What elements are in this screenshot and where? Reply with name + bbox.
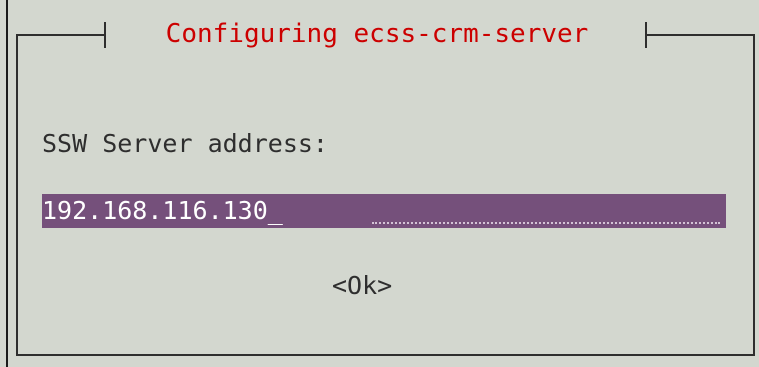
configuration-dialog: Configuring ecss-crm-server SSW Server a… bbox=[0, 0, 759, 367]
text-cursor: _ bbox=[267, 196, 283, 225]
input-fill-dots bbox=[372, 220, 720, 224]
frame-left bbox=[16, 34, 18, 356]
frame-right bbox=[753, 34, 755, 356]
prompt-label: SSW Server address: bbox=[42, 129, 328, 158]
frame-top-right bbox=[645, 34, 755, 36]
frame-top-left bbox=[16, 34, 106, 36]
window-border-left bbox=[6, 0, 8, 367]
input-value: 192.168.116.130 bbox=[42, 196, 268, 225]
title-tick-left bbox=[104, 22, 106, 48]
server-address-input[interactable]: 192.168.116.130 _ bbox=[42, 194, 726, 228]
dialog-title: Configuring ecss-crm-server bbox=[165, 19, 589, 49]
frame-bottom bbox=[16, 354, 755, 356]
ok-button[interactable]: <Ok> bbox=[332, 266, 392, 306]
